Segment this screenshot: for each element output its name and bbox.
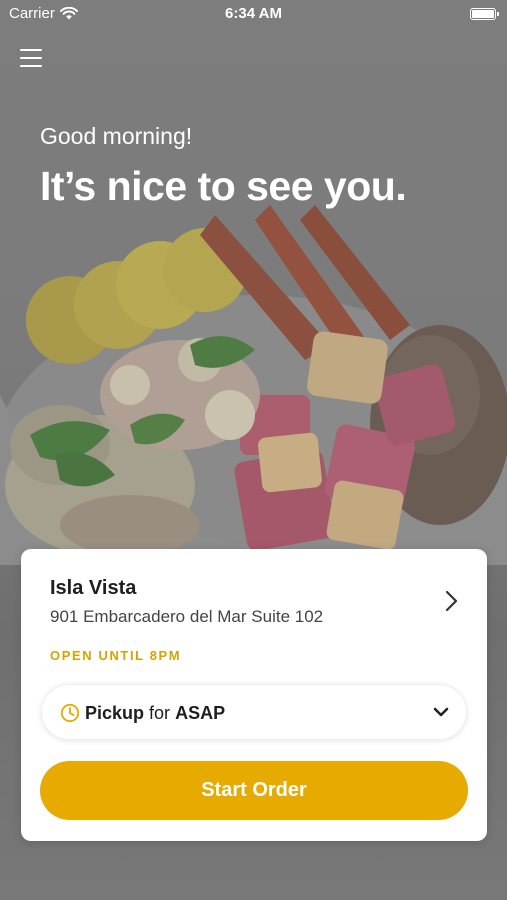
order-mode-connector: for xyxy=(149,703,171,723)
headline-text: It’s nice to see you. xyxy=(40,163,407,209)
hamburger-menu-icon[interactable] xyxy=(20,49,42,67)
chevron-down-icon xyxy=(433,707,449,717)
location-address: 901 Embarcadero del Mar Suite 102 xyxy=(50,607,324,626)
order-mode-text: Pickup for ASAP xyxy=(85,703,225,724)
location-name: Isla Vista xyxy=(50,577,137,599)
chevron-right-icon[interactable] xyxy=(440,589,462,613)
start-order-button[interactable]: Start Order xyxy=(40,761,468,820)
status-time: 6:34 AM xyxy=(225,5,282,22)
order-mode-selector[interactable]: Pickup for ASAP xyxy=(41,684,467,740)
greeting-text: Good morning! xyxy=(40,123,193,149)
location-card: Isla Vista 901 Embarcadero del Mar Suite… xyxy=(21,549,487,841)
clock-icon xyxy=(60,703,80,723)
open-hours-label: OPEN UNTIL 8PM xyxy=(50,648,182,663)
battery-fill xyxy=(472,10,494,18)
order-time-value: ASAP xyxy=(175,703,226,723)
poke-bowl-image xyxy=(0,205,507,565)
battery-icon xyxy=(470,8,499,20)
order-mode-value: Pickup xyxy=(85,703,145,723)
status-bar: Carrier 6:34 AM xyxy=(0,0,507,28)
